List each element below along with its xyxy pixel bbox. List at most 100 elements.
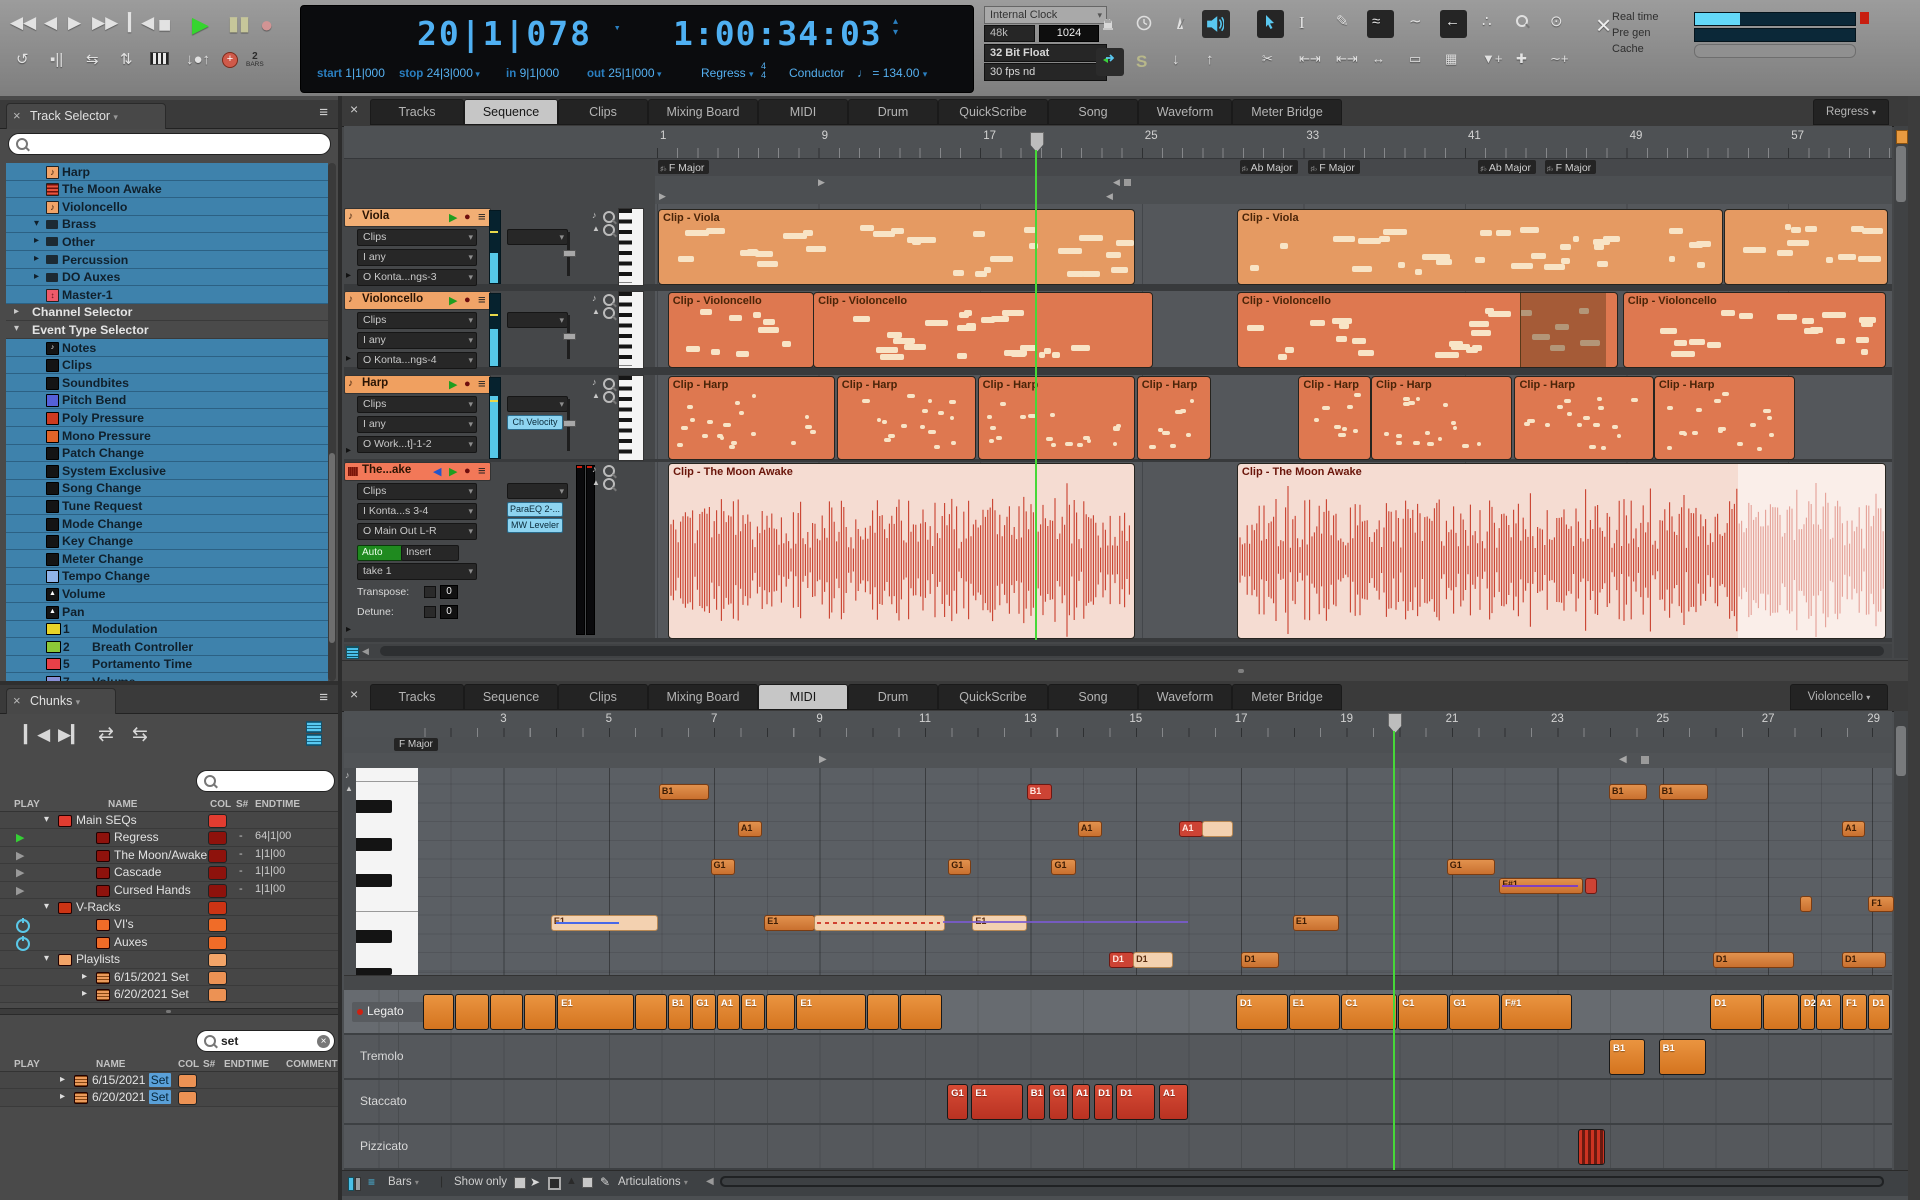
insert-effect-badge[interactable]: ParaEQ 2-... xyxy=(507,502,563,517)
track-expand-icon[interactable]: ▸ xyxy=(346,353,351,364)
caret-icon[interactable]: ▸ xyxy=(82,971,87,982)
block-filter-icon[interactable] xyxy=(548,1177,561,1190)
transpose-value[interactable]: 0 xyxy=(440,585,458,599)
tool-sine-button[interactable]: ∼ xyxy=(1409,14,1422,29)
chunk-row-the-moon-awake[interactable]: ▶ The Moon/Awake -1|1|00 xyxy=(0,846,338,865)
midi-tab-tracks[interactable]: Tracks xyxy=(370,684,464,710)
tempo-display[interactable]: ♩ = 134.00 ▾ xyxy=(857,66,927,80)
scroll-left-icon[interactable]: ◀ xyxy=(706,1176,714,1187)
tool-trim-start-button[interactable]: ⇤⇥ xyxy=(1299,52,1321,65)
track-record-icon[interactable]: ● xyxy=(464,378,471,390)
track-io-dropdown[interactable]: I Konta...s 3-4 ▾ xyxy=(357,503,477,520)
articulation-lane-staccato[interactable]: Staccato G1 E1 B1 G1 A1 D1 D1 A1 xyxy=(344,1080,1892,1123)
transport-step-forward-button[interactable]: ▶ xyxy=(68,14,81,31)
sequence-tab-mixing-board[interactable]: Mixing Board xyxy=(648,99,758,125)
track-menu-icon[interactable]: ≡ xyxy=(478,209,486,224)
color-chip[interactable] xyxy=(208,935,227,950)
power-icon[interactable] xyxy=(16,918,30,934)
caret-icon[interactable]: ▸ xyxy=(60,1074,65,1085)
midi-tab-waveform[interactable]: Waveform xyxy=(1138,684,1232,710)
panel-menu-icon[interactable]: ≡ xyxy=(319,104,328,121)
chunk-row-playlists[interactable]: ▾ Playlists xyxy=(0,951,338,969)
editor-splitter[interactable] xyxy=(342,660,1920,683)
track-grid-icon[interactable] xyxy=(346,646,359,659)
key-signature-marker[interactable]: ♯♭ F Major xyxy=(658,160,710,174)
sequence-clip[interactable]: Clip - The Moon Awake xyxy=(1236,463,1887,639)
transport-return-to-zero-button[interactable]: ▎◀ xyxy=(128,14,154,31)
chunk-play-icon[interactable]: ▶ xyxy=(16,884,24,897)
color-chip[interactable] xyxy=(208,866,227,881)
chunk-row-regress[interactable]: ▶ Regress -64|1|00 xyxy=(0,829,338,847)
sequence-close-icon[interactable]: × xyxy=(350,101,358,117)
sequence-tab-midi[interactable]: MIDI xyxy=(758,99,848,125)
midi-note[interactable]: A1 xyxy=(737,821,763,838)
color-chip[interactable] xyxy=(208,988,227,1002)
articulations-dropdown[interactable]: Articulations ▾ xyxy=(618,1176,688,1188)
midi-tab-mixing-board[interactable]: Mixing Board xyxy=(648,684,758,710)
add-marker-button[interactable]: + xyxy=(222,52,238,68)
event-type-poly-pressure[interactable]: Poly Pressure xyxy=(6,409,328,427)
articulation-block[interactable]: D1 xyxy=(1868,994,1890,1030)
track-aux-dropdown[interactable]: ▾ xyxy=(507,229,568,245)
midi-note[interactable]: A1 xyxy=(1841,821,1866,838)
tool-resize-button[interactable]: ▭ xyxy=(1409,52,1421,65)
articulation-block[interactable]: G1 xyxy=(1449,994,1500,1030)
event-type-pitch-bend[interactable]: Pitch Bend xyxy=(6,391,328,410)
sequence-clip[interactable]: Clip - Violoncello xyxy=(667,292,814,368)
selection-start-marker-icon[interactable]: ▶ xyxy=(659,191,666,202)
zoom-icon[interactable] xyxy=(603,307,615,322)
tool-scrub-button[interactable]: ✚ xyxy=(1516,52,1527,65)
caret-icon[interactable]: ▸ xyxy=(34,253,39,264)
event-type-notes[interactable]: ♪ Notes xyxy=(6,339,328,357)
note-zoom-icon[interactable]: ♪ xyxy=(592,464,597,474)
midi-h-scrollbar[interactable] xyxy=(720,1176,1884,1187)
midi-note[interactable]: D1 xyxy=(1712,952,1794,969)
track-menu-icon[interactable]: ≡ xyxy=(478,292,486,307)
chunks-tab[interactable]: × Chunks ▾ xyxy=(6,688,116,714)
sequence-clip[interactable]: Clip - Harp xyxy=(1298,376,1372,460)
close-icon[interactable]: × xyxy=(13,108,21,123)
midi-tab-midi[interactable]: MIDI xyxy=(758,684,848,710)
velocity-zoom-icon[interactable]: ▲ xyxy=(592,391,600,400)
mode-clock-button[interactable] xyxy=(1136,15,1152,34)
take-dropdown[interactable]: take 1 ▾ xyxy=(357,563,477,580)
sequence-clip[interactable]: Clip - Harp xyxy=(1514,376,1654,460)
midi-note[interactable]: D1 xyxy=(1109,952,1134,969)
note-zoom-icon[interactable]: ♪ xyxy=(592,293,597,303)
midi-close-icon[interactable]: × xyxy=(350,686,358,702)
sequence-clip[interactable]: Clip - Violoncello xyxy=(1236,292,1619,368)
transport-loop-button[interactable]: ⇆ xyxy=(86,52,99,67)
chunk-chain-alt-icon[interactable]: ⇆ xyxy=(132,723,148,746)
tool-pencil-button[interactable]: ✎ xyxy=(1336,14,1349,29)
chunks-search-input[interactable] xyxy=(196,770,335,792)
articulation-block[interactable]: D2 xyxy=(1799,994,1816,1030)
color-chip[interactable] xyxy=(208,901,227,915)
articulation-lane-legato[interactable]: Legato E1 B1 G1 A1 E1 E1 D1 E1 C1 C1 G1 F#1 D1 D2 A1 F1 D… xyxy=(344,990,1892,1033)
articulation-block[interactable]: B1 xyxy=(1658,1039,1706,1075)
articulation-block[interactable] xyxy=(455,994,489,1030)
tool-zoom-button[interactable] xyxy=(1516,14,1528,31)
sequence-h-scrollbar[interactable] xyxy=(380,646,1884,656)
track-menu-icon[interactable]: ≡ xyxy=(478,376,486,391)
track-io-dropdown[interactable]: O Konta...ngs-3 ▾ xyxy=(357,269,477,286)
midi-note[interactable] xyxy=(1799,896,1813,913)
clear-search-icon[interactable]: × xyxy=(317,1034,330,1048)
caret-icon[interactable]: ▸ xyxy=(82,988,87,999)
transport-punch-points-button[interactable]: ↓●↑ xyxy=(186,52,210,67)
midi-marker-strip[interactable] xyxy=(344,753,1892,769)
event-type-volume[interactable]: 7Volume xyxy=(6,673,328,681)
transport-keyboard-range-button[interactable] xyxy=(150,52,169,65)
event-type-breath-controller[interactable]: 2 Breath Controller xyxy=(6,638,328,656)
track-io-dropdown[interactable]: Clips ▾ xyxy=(357,229,477,246)
track-io-dropdown[interactable]: I any ▾ xyxy=(357,416,477,433)
articulation-block[interactable]: C1 xyxy=(1398,994,1449,1030)
sidebar-track-violoncello[interactable]: ♪ Violoncello xyxy=(6,198,328,216)
track-io-dropdown[interactable]: Clips ▾ xyxy=(357,483,477,500)
sequence-clip[interactable]: Clip - Harp xyxy=(1653,376,1796,460)
articulation-block[interactable]: D1 xyxy=(1710,994,1762,1030)
sequence-v-scrollbar[interactable] xyxy=(1894,126,1908,658)
color-chip[interactable] xyxy=(208,848,227,863)
midi-note-grid[interactable]: B1B1B1B1A1A1A1A1G1G1G1G1F#1E1E1E1E1F1D1D… xyxy=(418,768,1895,975)
sidebar-track-harp[interactable]: ♪ Harp xyxy=(6,163,328,181)
sequence-chunk-selector[interactable]: Regress ▾ xyxy=(1813,99,1889,125)
